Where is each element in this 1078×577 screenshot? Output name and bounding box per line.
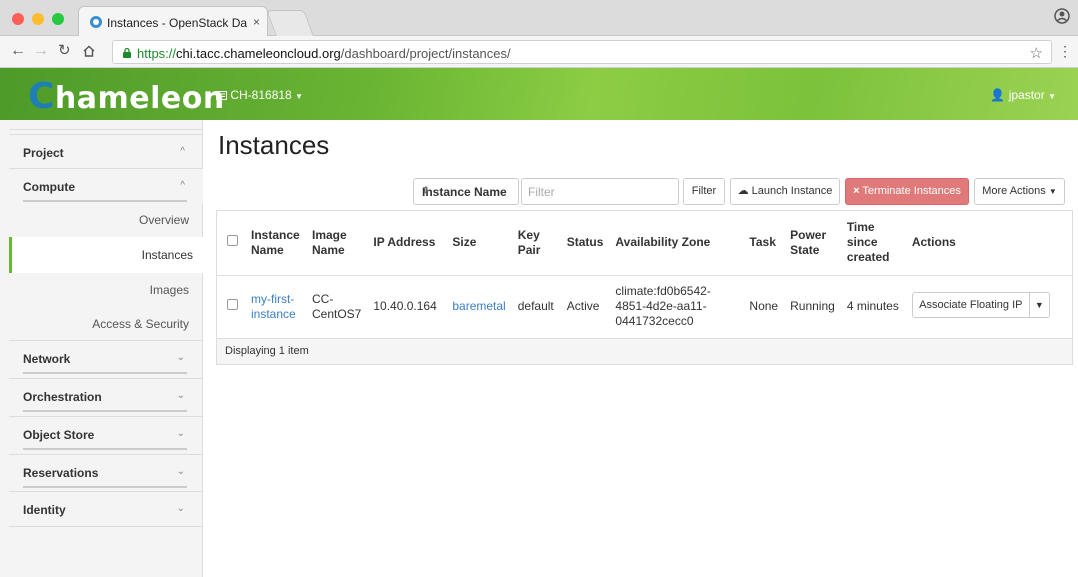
- cloud-upload-icon: ☁: [737, 185, 749, 197]
- home-icon[interactable]: [82, 44, 96, 58]
- caret-down-icon: ▼: [1048, 92, 1056, 101]
- profile-icon[interactable]: [1054, 8, 1070, 24]
- sidebar-section-network[interactable]: Network ⌄: [9, 340, 203, 376]
- column-header-task[interactable]: Task: [743, 211, 785, 276]
- actions-cell: Associate Floating IP ▼: [905, 275, 1072, 339]
- column-header-availability-zone[interactable]: Availability Zone: [609, 211, 744, 276]
- sidebar-section-identity[interactable]: Identity ⌄: [9, 491, 203, 527]
- filter-field-select[interactable]: Instance Name ⇕: [413, 178, 519, 205]
- select-arrows-icon: ⇕: [422, 185, 430, 195]
- column-header-key-pair[interactable]: Key Pair: [511, 211, 561, 276]
- sidebar-section-orchestration[interactable]: Orchestration ⌄: [9, 378, 203, 414]
- table-header-row: Instance Name Image Name IP Address Size K…: [217, 211, 1072, 276]
- user-menu[interactable]: 👤 jpastor ▼: [990, 88, 1056, 102]
- app-header: Chameleon CH-816818 ▼ 👤 jpastor ▼: [0, 68, 1078, 120]
- sidebar-section-object-store[interactable]: Object Store ⌄: [9, 416, 203, 452]
- chevron-down-icon: ⌄: [176, 390, 185, 401]
- more-actions-button[interactable]: More Actions ▼: [974, 178, 1065, 205]
- ip-address-cell: 10.40.0.164: [367, 275, 447, 339]
- back-arrow-icon[interactable]: ←: [10, 42, 26, 60]
- close-window-button[interactable]: [12, 13, 24, 25]
- time-since-created-cell: 4 minutes: [840, 275, 906, 339]
- column-header-actions: Actions: [905, 211, 1072, 276]
- user-icon: 👤: [990, 88, 1006, 102]
- associate-floating-ip-button[interactable]: Associate Floating IP: [913, 292, 1030, 317]
- status-cell: Active: [560, 275, 610, 339]
- chevron-down-icon: ⌄: [176, 352, 185, 363]
- reload-icon[interactable]: ↻: [58, 42, 71, 60]
- table-footer: Displaying 1 item: [217, 338, 1072, 365]
- lock-icon: [123, 47, 131, 58]
- task-cell: None: [743, 275, 785, 339]
- sidebar-item-instances[interactable]: Instances: [9, 237, 203, 273]
- maximize-window-button[interactable]: [52, 13, 64, 25]
- image-name-cell: CC- CentOS7: [306, 275, 368, 339]
- project-selector[interactable]: CH-816818 ▼: [216, 88, 303, 102]
- caret-down-icon: ▼: [295, 92, 303, 101]
- terminate-instances-button[interactable]: × Terminate Instances: [845, 178, 969, 205]
- column-header-power-state[interactable]: Power State: [784, 211, 841, 276]
- filter-button[interactable]: Filter: [683, 178, 725, 205]
- chevron-down-icon: ⌄: [176, 503, 185, 514]
- table-row: my-first-instance CC- CentOS7 10.40.0.164…: [217, 275, 1072, 339]
- row-actions-dropdown-icon[interactable]: ▼: [1035, 298, 1044, 313]
- availability-zone-cell: climate:fd0b6542- 4851-4d2e-aa11- 0441732c…: [609, 275, 744, 339]
- page-title: Instances: [218, 130, 330, 160]
- sidebar-section-project[interactable]: Project ^: [9, 134, 203, 170]
- bookmark-star-icon[interactable]: ☆: [1030, 44, 1043, 62]
- tab-title: Instances - OpenStack Dashbo: [107, 16, 247, 30]
- instances-table: Instance Name Image Name IP Address Size K…: [216, 210, 1073, 365]
- url-text: https://chi.tacc.chameleoncloud.org/dash…: [137, 46, 511, 61]
- project-name: CH-816818: [230, 88, 292, 102]
- new-tab-button[interactable]: [266, 10, 314, 36]
- tab-close-icon[interactable]: ×: [253, 15, 260, 29]
- row-actions-group: Associate Floating IP ▼: [911, 291, 1050, 318]
- launch-instance-button[interactable]: ☁ Launch Instance: [730, 178, 840, 205]
- chameleon-logo[interactable]: Chameleon: [28, 76, 225, 117]
- column-header-ip-address[interactable]: IP Address: [367, 211, 447, 276]
- address-bar[interactable]: https://chi.tacc.chameleoncloud.org/dash…: [112, 40, 1052, 64]
- sidebar-item-access-security[interactable]: Access & Security: [92, 317, 189, 331]
- instance-name-link[interactable]: my-first-instance: [245, 275, 306, 339]
- column-header-instance-name[interactable]: Instance Name: [245, 211, 306, 276]
- filter-input[interactable]: [521, 178, 679, 205]
- sidebar: Project ^ Compute ^ Overview Instances I…: [0, 120, 203, 577]
- caret-down-icon: ▼: [1048, 187, 1057, 196]
- column-header-status[interactable]: Status: [560, 211, 610, 276]
- column-header-time-since-created[interactable]: Time since created: [840, 211, 906, 276]
- key-pair-cell: default: [511, 275, 561, 339]
- item-count: Displaying 1 item: [217, 338, 1072, 365]
- browser-tab-bar: Instances - OpenStack Dashbo ×: [0, 0, 1078, 36]
- sidebar-item-overview[interactable]: Overview: [139, 213, 189, 227]
- browser-tab[interactable]: Instances - OpenStack Dashbo ×: [78, 6, 268, 36]
- chevron-up-icon: ^: [180, 146, 185, 157]
- username: jpastor: [1008, 88, 1045, 102]
- openstack-favicon-icon: [90, 16, 102, 28]
- column-header-size[interactable]: Size: [446, 211, 512, 276]
- sidebar-section-reservations[interactable]: Reservations ⌄: [9, 454, 203, 490]
- column-header-image-name[interactable]: Image Name: [306, 211, 368, 276]
- chevron-up-icon: ^: [180, 180, 185, 191]
- sidebar-section-compute[interactable]: Compute ^: [9, 168, 203, 204]
- browser-menu-icon[interactable]: ⋮: [1058, 43, 1072, 60]
- select-all-cell: [217, 211, 245, 276]
- minimize-window-button[interactable]: [32, 13, 44, 25]
- select-all-checkbox[interactable]: [227, 235, 238, 247]
- forward-arrow-icon[interactable]: →: [33, 42, 49, 60]
- sidebar-item-images[interactable]: Images: [150, 283, 189, 297]
- power-state-cell: Running: [784, 275, 841, 339]
- size-link[interactable]: baremetal: [446, 275, 512, 339]
- chevron-down-icon: ⌄: [176, 466, 185, 477]
- project-list-icon: [216, 91, 227, 100]
- row-checkbox[interactable]: [227, 299, 238, 310]
- close-icon: ×: [853, 185, 860, 197]
- browser-toolbar: ← → ↻ https://chi.tacc.chameleoncloud.or…: [0, 36, 1078, 68]
- chevron-down-icon: ⌄: [176, 428, 185, 439]
